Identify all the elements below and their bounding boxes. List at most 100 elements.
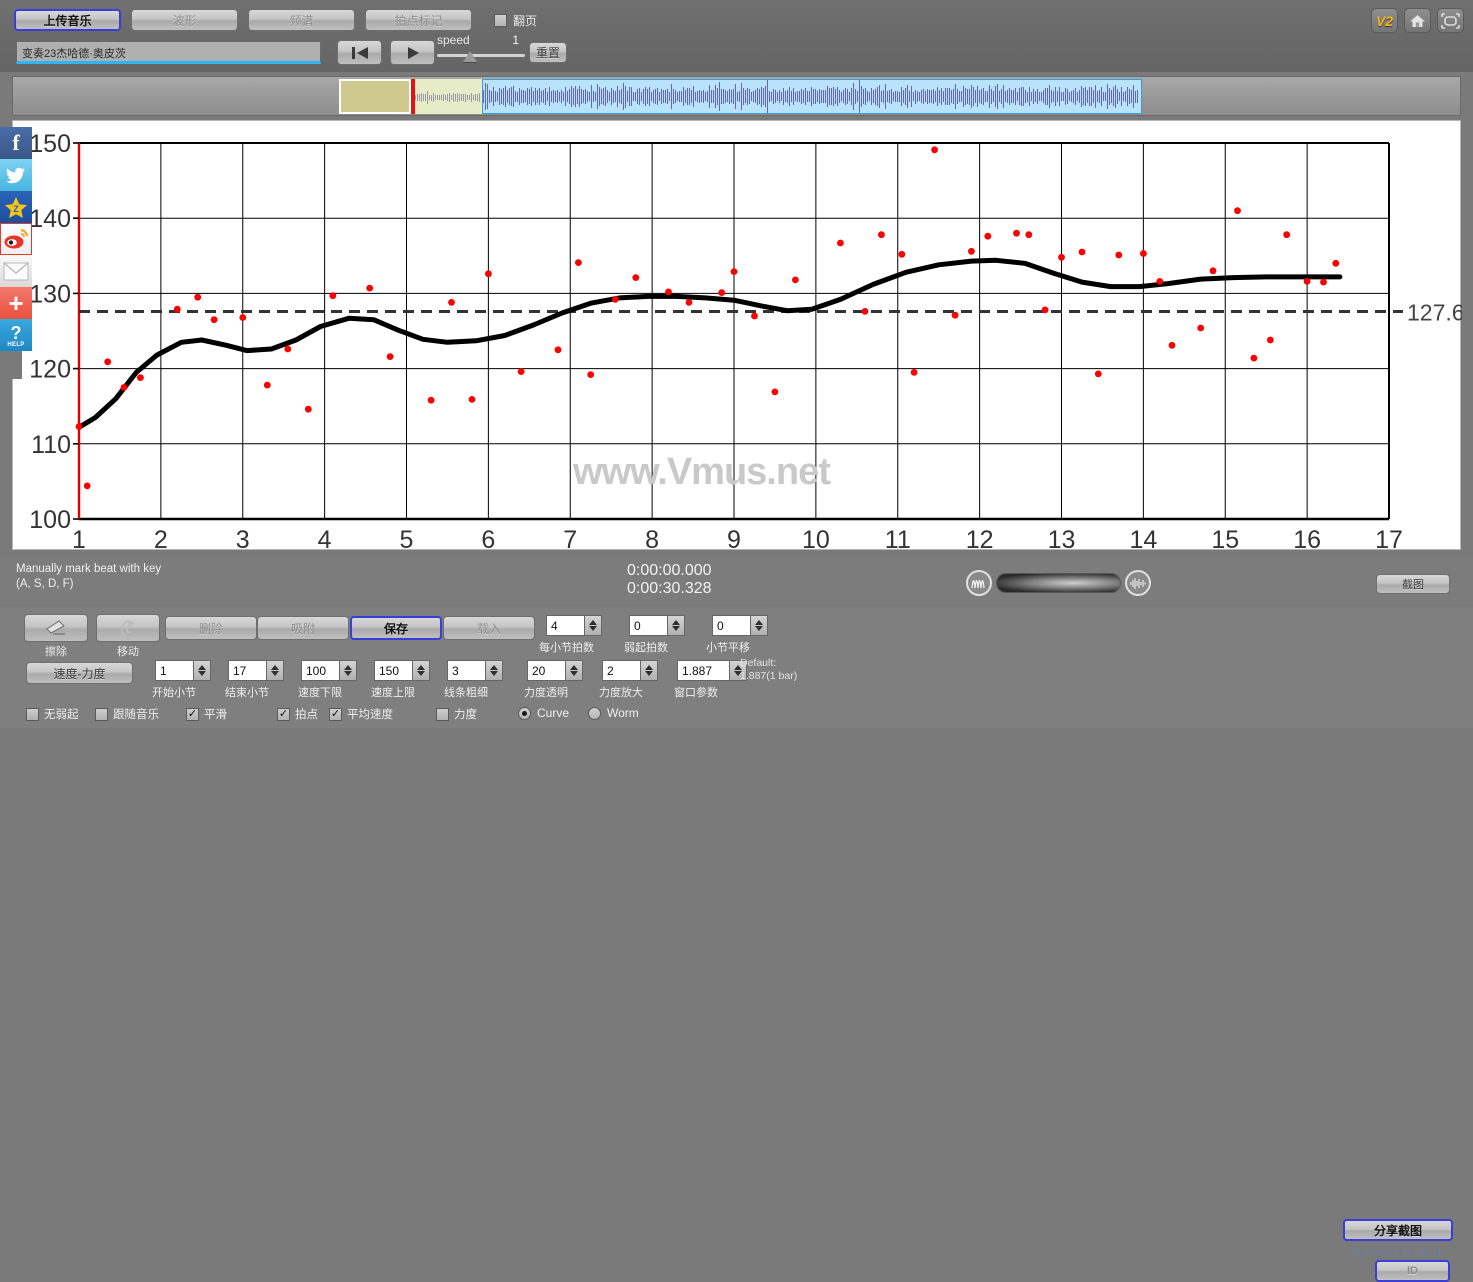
spinner-beats-per-bar-value[interactable]: 4 — [546, 615, 584, 636]
spinner-pickup-beats[interactable]: 0 — [629, 615, 685, 636]
tab-waveform[interactable]: 波形 — [131, 9, 238, 31]
tempo-chart-panel[interactable]: 100 110 120 130 140 150 1 2 3 4 5 6 7 8 9 10 11 12 13 14 15 1… — [12, 120, 1462, 551]
delete-button[interactable]: 删除 — [165, 616, 257, 640]
spinner-bar-shift-arrows[interactable] — [750, 615, 768, 636]
checkbox-follow-music[interactable]: 跟随音乐 — [95, 706, 159, 722]
chevron-up-icon[interactable] — [271, 665, 279, 670]
spinner-start-bar-value[interactable]: 1 — [155, 660, 193, 681]
chevron-down-icon[interactable] — [271, 671, 279, 676]
spinner-tempo-min-arrows[interactable] — [339, 660, 357, 681]
spinner-pickup-beats-arrows[interactable] — [667, 615, 685, 636]
spinner-bar-shift-value[interactable]: 0 — [712, 615, 750, 636]
spinner-dynamics-scale-value[interactable]: 2 — [602, 660, 640, 681]
snap-button[interactable]: 吸附 — [257, 616, 349, 640]
chevron-up-icon[interactable] — [589, 620, 597, 625]
tempo-chart-svg[interactable]: 1001101201301401501 2 3 4 5 6 7 8 9 10 11 12 13 14 15 1… — [13, 121, 1462, 551]
spinner-tempo-min[interactable]: 100 — [301, 660, 357, 681]
spinner-dynamics-scale-arrows[interactable] — [640, 660, 658, 681]
save-button[interactable]: 保存 — [350, 616, 442, 640]
spinner-dynamics-alpha-arrows[interactable] — [565, 660, 583, 681]
checkbox-dynamics-box[interactable] — [436, 707, 449, 721]
waveform-audio-region[interactable] — [482, 79, 1142, 114]
checkbox-no-pickup-box[interactable] — [26, 707, 39, 721]
spinner-pickup-beats-value[interactable]: 0 — [629, 615, 667, 636]
chevron-up-icon[interactable] — [417, 665, 425, 670]
spinner-tempo-min-value[interactable]: 100 — [301, 660, 339, 681]
spinner-line-width-value[interactable]: 3 — [447, 660, 485, 681]
spinner-dynamics-alpha-value[interactable]: 20 — [527, 660, 565, 681]
v2-badge-icon[interactable]: V2 — [1371, 8, 1398, 33]
spinner-tempo-max-arrows[interactable] — [412, 660, 430, 681]
checkbox-beats-box[interactable]: ✓ — [277, 707, 290, 721]
load-button[interactable]: 载入 — [443, 616, 535, 640]
chevron-up-icon[interactable] — [645, 665, 653, 670]
spinner-start-bar-arrows[interactable] — [193, 660, 211, 681]
chevron-down-icon[interactable] — [570, 671, 578, 676]
spinner-end-bar-arrows[interactable] — [266, 660, 284, 681]
spinner-tempo-max-value[interactable]: 150 — [374, 660, 412, 681]
chevron-down-icon[interactable] — [490, 671, 498, 676]
chevron-down-icon[interactable] — [344, 671, 352, 676]
checkbox-average-tempo-box[interactable]: ✓ — [329, 707, 342, 721]
play-button[interactable] — [390, 40, 435, 65]
home-icon[interactable] — [1404, 8, 1431, 33]
chevron-up-icon[interactable] — [198, 665, 206, 670]
waveform-dense-icon[interactable] — [1125, 570, 1151, 596]
checkbox-average-tempo[interactable]: ✓ 平均速度 — [329, 706, 393, 722]
spinner-dynamics-scale[interactable]: 2 — [602, 660, 658, 681]
waveform-overview[interactable] — [12, 76, 1461, 116]
weibo-icon[interactable] — [0, 223, 32, 255]
checkbox-dynamics[interactable]: 力度 — [436, 706, 477, 722]
facebook-icon[interactable]: f — [0, 127, 32, 159]
checkbox-beats[interactable]: ✓ 拍点 — [277, 706, 318, 722]
chevron-up-icon[interactable] — [672, 620, 680, 625]
qzone-icon[interactable]: Z — [0, 191, 32, 223]
page-turn-checkbox-box[interactable] — [494, 13, 507, 27]
speed-slider[interactable]: speed 1 — [437, 33, 525, 65]
radio-worm-circle[interactable] — [588, 706, 601, 720]
spinner-line-width[interactable]: 3 — [447, 660, 503, 681]
chevron-down-icon[interactable] — [198, 671, 206, 676]
eraser-tool-button[interactable] — [24, 614, 88, 642]
spinner-line-width-arrows[interactable] — [485, 660, 503, 681]
reset-button[interactable]: 重置 — [529, 42, 567, 63]
chevron-down-icon[interactable] — [755, 626, 763, 631]
share-screenshot-button[interactable]: 分享截图 — [1343, 1219, 1453, 1241]
page-turn-checkbox[interactable]: 翻页 — [494, 12, 537, 29]
tab-beat-marks[interactable]: 拍点标记 — [365, 9, 472, 31]
speed-slider-thumb[interactable] — [463, 51, 477, 62]
help-icon[interactable]: ? HELP — [0, 319, 32, 351]
spinner-tempo-max[interactable]: 150 — [374, 660, 430, 681]
chevron-up-icon[interactable] — [570, 665, 578, 670]
chevron-up-icon[interactable] — [344, 665, 352, 670]
checkbox-smooth[interactable]: ✓ 平滑 — [186, 706, 227, 722]
spinner-dynamics-alpha[interactable]: 20 — [527, 660, 583, 681]
screenshot-button[interactable]: 截图 — [1376, 574, 1450, 594]
share-plus-icon[interactable]: + — [0, 287, 32, 319]
checkbox-smooth-box[interactable]: ✓ — [186, 707, 199, 721]
tempo-dynamics-mode-button[interactable]: 速度-力度 — [26, 662, 133, 684]
checkbox-no-pickup[interactable]: 无弱起 — [26, 706, 79, 722]
track-name-field[interactable]: 变奏23杰哈德·奥皮茨 — [16, 41, 321, 64]
tab-spectrum[interactable]: 频谱 — [248, 9, 355, 31]
chevron-down-icon[interactable] — [645, 671, 653, 676]
chevron-down-icon[interactable] — [672, 626, 680, 631]
chevron-down-icon[interactable] — [589, 626, 597, 631]
fullscreen-icon[interactable] — [1437, 8, 1464, 33]
waveform-selection-region[interactable] — [339, 79, 411, 114]
radio-curve-circle[interactable] — [518, 706, 531, 720]
spinner-end-bar[interactable]: 17 — [228, 660, 284, 681]
chevron-up-icon[interactable] — [490, 665, 498, 670]
spinner-window-param-value[interactable]: 1.887 — [677, 660, 729, 681]
checkbox-follow-music-box[interactable] — [95, 707, 108, 721]
spinner-beats-per-bar-arrows[interactable] — [584, 615, 602, 636]
waveform-smooth-icon[interactable] — [966, 570, 992, 596]
spinner-start-bar[interactable]: 1 — [155, 660, 211, 681]
email-icon[interactable] — [0, 255, 32, 287]
radio-worm[interactable]: Worm — [588, 706, 639, 720]
tab-upload-music[interactable]: 上传音乐 — [14, 9, 121, 31]
volume-slider[interactable] — [996, 573, 1121, 593]
spinner-end-bar-value[interactable]: 17 — [228, 660, 266, 681]
chevron-down-icon[interactable] — [417, 671, 425, 676]
waveform-overview-inner[interactable] — [339, 79, 1142, 114]
